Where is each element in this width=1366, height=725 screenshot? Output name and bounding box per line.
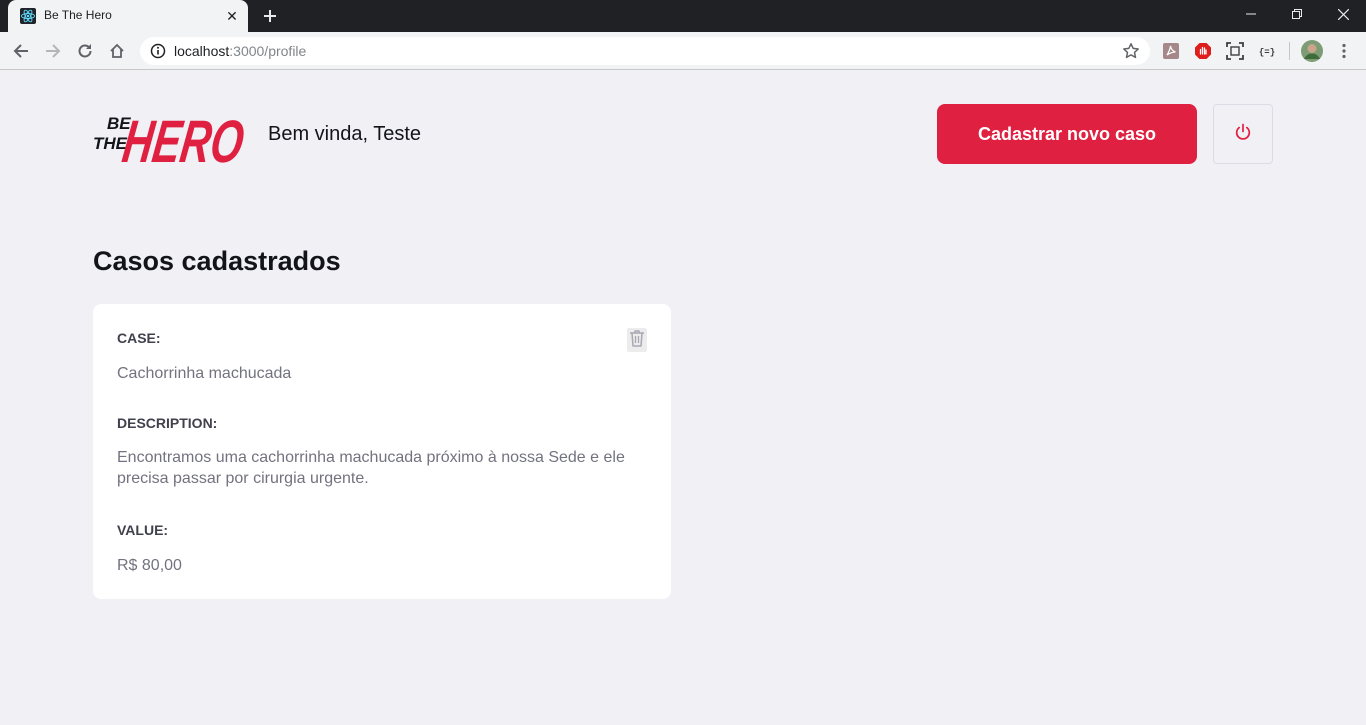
forward-icon[interactable] — [37, 35, 69, 67]
case-value: R$ 80,00 — [117, 557, 182, 574]
minimize-button[interactable] — [1228, 0, 1274, 28]
browser-toolbar: localhost:3000/profile {=} — [0, 32, 1366, 70]
plus-icon[interactable] — [256, 4, 284, 28]
info-icon[interactable] — [150, 43, 166, 59]
case-title: Cachorrinha machucada — [117, 365, 292, 382]
case-label: CASE: — [117, 330, 161, 346]
value-label: VALUE: — [117, 522, 169, 538]
logo-text-hero: HERO — [119, 107, 245, 166]
browser-tab[interactable]: Be The Hero ✕ — [8, 0, 248, 32]
json-extension-icon[interactable]: {=} — [1258, 42, 1276, 60]
tab-strip: Be The Hero ✕ — [0, 0, 1366, 32]
svg-text:{=}: {=} — [1259, 48, 1275, 58]
profile-page: BE THE HERO Bem vinda, Teste Cadastrar n… — [0, 70, 1366, 725]
reload-icon[interactable] — [69, 35, 101, 67]
trash-icon — [629, 329, 645, 352]
delete-case-button[interactable] — [627, 328, 647, 352]
power-icon — [1234, 123, 1252, 146]
be-the-hero-logo: BE THE HERO — [93, 102, 248, 175]
case-description: Encontramos uma cachorrinha machucada pr… — [117, 449, 625, 487]
adblock-extension-icon[interactable] — [1194, 42, 1212, 60]
avatar[interactable] — [1300, 39, 1324, 63]
tab-title: Be The Hero — [44, 8, 112, 22]
welcome-message: Bem vinda, Teste — [268, 123, 422, 145]
star-icon[interactable] — [1122, 42, 1140, 60]
back-icon[interactable] — [5, 35, 37, 67]
case-card: CASE: Cachorrinha machucada DESCRIPTION:… — [93, 304, 671, 599]
url-path: :3000/profile — [229, 43, 307, 59]
close-icon[interactable]: ✕ — [222, 6, 242, 26]
section-title: Casos cadastrados — [93, 246, 341, 276]
logout-button[interactable] — [1213, 104, 1273, 164]
close-window-button[interactable] — [1320, 0, 1366, 28]
home-icon[interactable] — [101, 35, 133, 67]
menu-icon[interactable] — [1335, 42, 1353, 60]
pdf-extension-icon[interactable] — [1162, 42, 1180, 60]
restore-button[interactable] — [1274, 0, 1320, 28]
react-favicon-icon — [20, 8, 36, 24]
screenshot-extension-icon[interactable] — [1226, 42, 1244, 60]
url-text[interactable]: localhost:3000/profile — [174, 43, 306, 59]
url-host: localhost — [174, 43, 230, 59]
description-label: DESCRIPTION: — [117, 415, 218, 431]
address-bar[interactable]: localhost:3000/profile — [140, 37, 1150, 65]
new-case-button[interactable]: Cadastrar novo caso — [937, 104, 1197, 164]
toolbar-divider — [1289, 42, 1290, 60]
